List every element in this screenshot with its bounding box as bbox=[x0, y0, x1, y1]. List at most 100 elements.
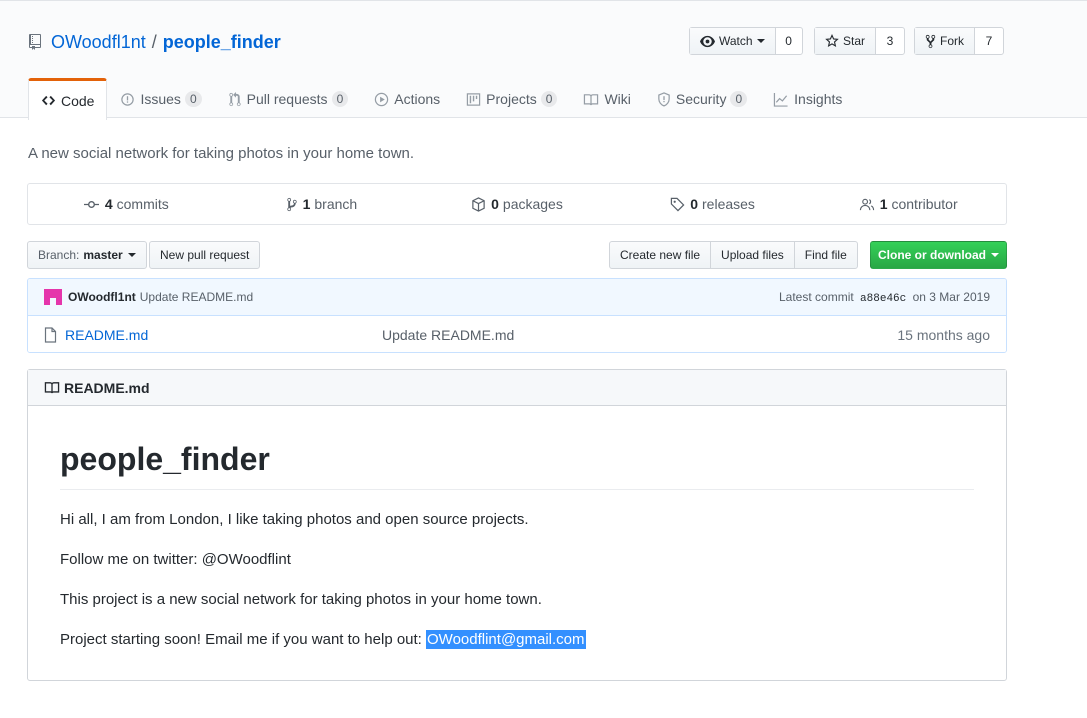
branch-select-value: master bbox=[83, 248, 123, 262]
tab-label: Wiki bbox=[604, 91, 631, 107]
tab-actions[interactable]: Actions bbox=[361, 78, 453, 119]
file-age: 15 months ago bbox=[897, 326, 990, 343]
upload-files-button[interactable]: Upload files bbox=[711, 242, 795, 268]
file-commit-message[interactable]: Update README.md bbox=[382, 327, 514, 343]
commit-message[interactable]: Update README.md bbox=[140, 290, 253, 304]
create-new-file-button[interactable]: Create new file bbox=[610, 242, 712, 268]
commits-link[interactable]: 4 commits bbox=[28, 184, 224, 224]
clone-or-download-button[interactable]: Clone or download bbox=[870, 241, 1007, 269]
branch-label: branch bbox=[314, 196, 358, 212]
star-button[interactable]: Star bbox=[815, 28, 877, 54]
tab-label: Projects bbox=[486, 91, 537, 107]
releases-link[interactable]: 0 releases bbox=[615, 184, 811, 224]
repo-icon bbox=[29, 34, 41, 50]
tab-label: Code bbox=[61, 92, 95, 109]
releases-label: releases bbox=[702, 196, 755, 212]
fork-count[interactable]: 7 bbox=[975, 28, 1003, 54]
readme-header: README.md bbox=[28, 370, 1006, 406]
code-icon bbox=[41, 95, 56, 106]
repo-owner-link[interactable]: OWoodfl1nt bbox=[51, 32, 146, 53]
contributors-link[interactable]: 1 contributor bbox=[810, 184, 1006, 224]
watch-label: Watch bbox=[719, 34, 753, 48]
readme-filename: README.md bbox=[64, 379, 150, 396]
book-icon bbox=[584, 93, 599, 105]
fork-icon bbox=[925, 34, 936, 48]
file-navigation: Create new file Upload files Find file bbox=[609, 241, 858, 269]
repo-name-link[interactable]: people_finder bbox=[163, 32, 281, 53]
repo-nav-tabs: Code Issues 0 Pull requests 0 Actions Pr… bbox=[28, 78, 855, 120]
tab-code[interactable]: Code bbox=[28, 78, 108, 120]
tab-label: Issues bbox=[140, 91, 181, 107]
fork-group: Fork 7 bbox=[914, 27, 1004, 55]
tab-label: Actions bbox=[394, 91, 441, 107]
play-icon bbox=[375, 92, 389, 106]
issue-icon bbox=[121, 92, 135, 106]
releases-count: 0 bbox=[690, 196, 699, 212]
watch-group: Watch 0 bbox=[689, 27, 803, 55]
tab-label: Security bbox=[675, 91, 727, 107]
numbers-summary: 4 commits 1 branch 0 packages 0 releases… bbox=[27, 183, 1007, 225]
tab-wiki[interactable]: Wiki bbox=[570, 78, 643, 119]
commits-count: 4 bbox=[104, 196, 113, 212]
email-link-selected[interactable]: OWoodflint@gmail.com bbox=[426, 630, 586, 649]
find-file-button[interactable]: Find file bbox=[795, 242, 857, 268]
branch-select[interactable]: Branch: master bbox=[27, 241, 147, 269]
commit-date: on 3 Mar 2019 bbox=[912, 289, 990, 304]
branch-icon bbox=[286, 197, 297, 211]
repo-description: A new social network for taking photos i… bbox=[28, 145, 415, 162]
commits-label: commits bbox=[116, 196, 169, 212]
readme-paragraph: Hi all, I am from London, I like taking … bbox=[60, 511, 529, 528]
branch-link[interactable]: 1 branch bbox=[224, 184, 420, 224]
eye-icon bbox=[700, 35, 715, 47]
packages-label: packages bbox=[502, 196, 563, 212]
tab-issues[interactable]: Issues 0 bbox=[107, 78, 214, 119]
repo-header: OWoodfl1nt / people_finder Watch 0 Star … bbox=[0, 0, 1087, 120]
star-group: Star 3 bbox=[814, 27, 906, 55]
tag-icon bbox=[671, 197, 685, 211]
tab-insights[interactable]: Insights bbox=[760, 78, 855, 119]
readme-panel: README.md people_finder Hi all, I am fro… bbox=[27, 369, 1007, 681]
branch-select-prefix: Branch: bbox=[38, 248, 80, 262]
packages-link[interactable]: 0 packages bbox=[419, 184, 615, 224]
tab-counter: 0 bbox=[730, 91, 748, 107]
contributors-label: contributor bbox=[891, 196, 958, 212]
packages-count: 0 bbox=[491, 196, 499, 212]
star-icon bbox=[825, 33, 839, 47]
file-icon bbox=[44, 326, 57, 343]
commit-meta: Latest commit a88e46c on 3 Mar 2019 bbox=[779, 290, 990, 305]
readme-paragraph: Project starting soon! Email me if you w… bbox=[60, 629, 974, 650]
book-icon bbox=[44, 382, 60, 394]
tab-pull-requests[interactable]: Pull requests 0 bbox=[215, 78, 362, 119]
clone-label: Clone or download bbox=[878, 248, 986, 262]
readme-paragraph: Follow me on twitter: @OWoodflint bbox=[60, 551, 291, 568]
readme-body: people_finder Hi all, I am from London, … bbox=[28, 439, 1006, 650]
tab-counter: 0 bbox=[540, 91, 558, 107]
tab-label: Pull requests bbox=[246, 91, 328, 107]
watch-button[interactable]: Watch bbox=[690, 28, 776, 54]
repo-title: OWoodfl1nt / people_finder bbox=[28, 31, 281, 53]
tab-projects[interactable]: Projects 0 bbox=[453, 78, 570, 119]
commit-sha[interactable]: a88e46c bbox=[860, 293, 906, 305]
pull-request-icon bbox=[229, 91, 241, 106]
commit-prefix: Latest commit bbox=[779, 289, 854, 304]
star-count[interactable]: 3 bbox=[876, 28, 904, 54]
readme-title: people_finder bbox=[60, 439, 974, 490]
file-row: README.md Update README.md 15 months ago bbox=[28, 316, 1006, 352]
chevron-down-icon bbox=[127, 253, 136, 257]
contributors-count: 1 bbox=[879, 196, 888, 212]
repo-separator: / bbox=[151, 31, 157, 52]
branch-count: 1 bbox=[302, 196, 311, 212]
new-pull-request-button[interactable]: New pull request bbox=[149, 241, 261, 269]
avatar[interactable] bbox=[44, 289, 62, 305]
people-icon bbox=[859, 198, 874, 210]
tab-label: Insights bbox=[794, 91, 843, 107]
package-icon bbox=[472, 196, 485, 212]
fork-button[interactable]: Fork bbox=[915, 28, 975, 54]
readme-paragraph: This project is a new social network for… bbox=[60, 591, 542, 608]
shield-icon bbox=[658, 91, 670, 107]
commit-author[interactable]: OWoodfl1nt bbox=[68, 290, 136, 304]
tab-counter: 0 bbox=[184, 91, 202, 107]
tab-security[interactable]: Security 0 bbox=[644, 78, 760, 119]
file-name-link[interactable]: README.md bbox=[65, 327, 148, 343]
watch-count[interactable]: 0 bbox=[776, 28, 802, 54]
